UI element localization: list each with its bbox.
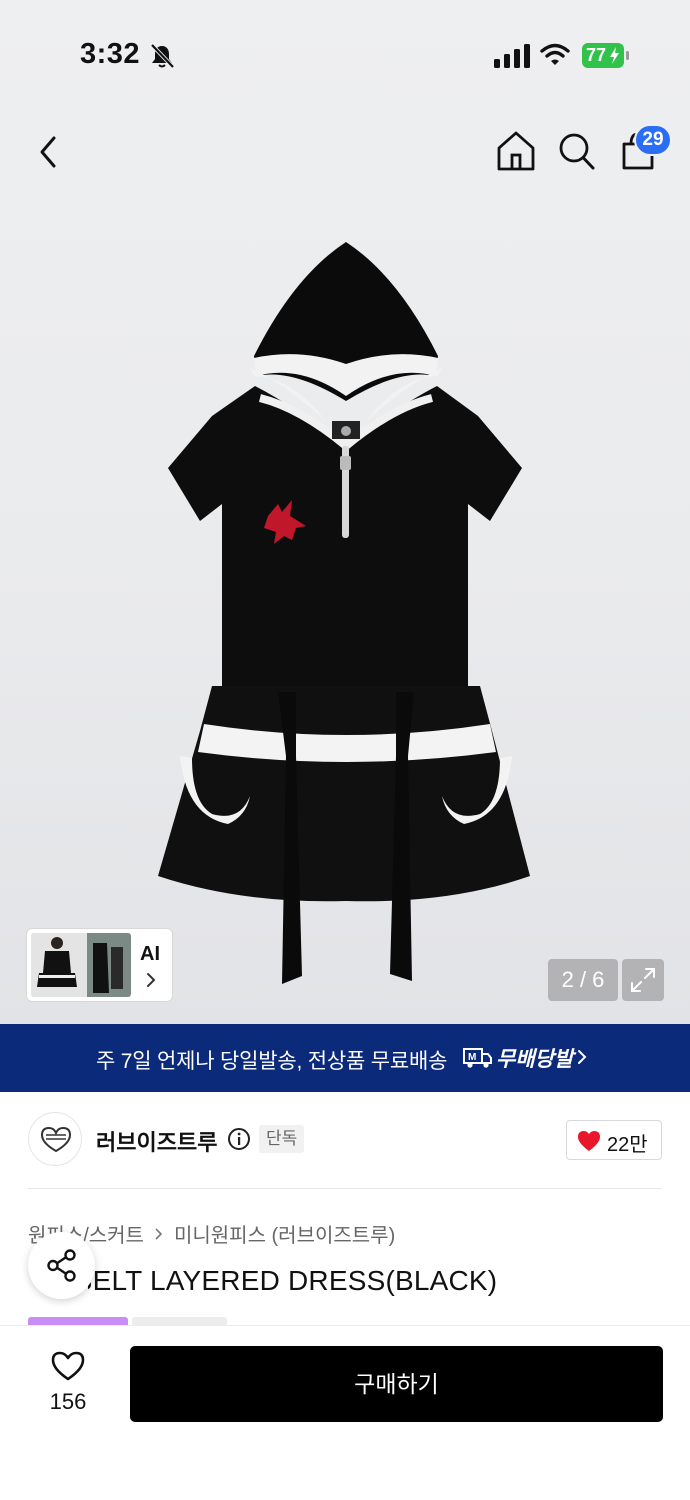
ai-thumbnail-image — [31, 933, 131, 997]
wifi-icon — [540, 43, 570, 65]
free-shipping-badge: M 무배당발 — [462, 1043, 573, 1073]
status-time: 3:32 — [80, 38, 141, 70]
heart-filled-icon — [578, 1131, 600, 1151]
share-button[interactable] — [28, 1232, 95, 1299]
cart-count-badge: 29 — [634, 124, 672, 156]
brand-logo[interactable] — [28, 1112, 82, 1166]
brand-like-count: 22만 — [607, 1134, 648, 1156]
divider — [28, 1188, 662, 1189]
ai-label: AI — [140, 943, 160, 965]
info-icon[interactable] — [227, 1127, 251, 1151]
chevron-right-icon — [155, 1227, 163, 1240]
exclusive-badge: 단독 — [259, 1125, 305, 1153]
delivery-truck-icon: M — [463, 1048, 492, 1068]
chevron-right-icon — [147, 973, 156, 987]
home-icon[interactable] — [494, 128, 538, 174]
model-photo-icon — [31, 933, 131, 997]
breadcrumb-subcategory[interactable]: 미니원피스 (러브이즈트루) — [174, 1219, 395, 1248]
buy-button[interactable]: 구매하기 — [130, 1346, 663, 1422]
battery-level: 77 — [586, 45, 607, 65]
cellular-signal-icon — [494, 44, 530, 68]
expand-button[interactable] — [622, 959, 664, 1001]
battery-indicator: 77 — [582, 43, 630, 68]
brand-name[interactable]: 러브이즈트루 — [96, 1125, 217, 1157]
product-gallery[interactable]: 3:32 77 29 AI 2 / 6 — [0, 0, 690, 1024]
image-counter: 2 / 6 — [548, 959, 618, 1001]
expand-icon — [631, 968, 655, 992]
back-arrow-icon[interactable] — [28, 128, 72, 176]
heart-logo-icon — [40, 1126, 72, 1153]
ai-model-thumbnail[interactable]: AI — [27, 929, 172, 1001]
status-bar: 3:32 77 — [0, 0, 690, 110]
svg-text:M: M — [468, 1052, 476, 1063]
bottom-action-bar: 156 구매하기 — [0, 1325, 690, 1500]
search-icon[interactable] — [555, 128, 599, 174]
share-icon — [47, 1249, 76, 1282]
banner-badge-text: 무배당발 — [496, 1048, 574, 1071]
heart-outline-icon[interactable] — [50, 1350, 86, 1382]
product-title: SB BELT LAYERED DRESS(BLACK) — [28, 1265, 498, 1296]
brand-like-button[interactable]: 22만 — [566, 1120, 662, 1160]
chevron-right-icon — [578, 1050, 587, 1064]
wish-count: 156 — [49, 1389, 87, 1414]
product-photo-dress — [158, 242, 530, 984]
shipping-banner[interactable]: 주 7일 언제나 당일발송, 전상품 무료배송 M 무배당발 — [0, 1024, 690, 1092]
banner-text: 주 7일 언제나 당일발송, 전상품 무료배송 — [96, 1050, 448, 1073]
product-detail-screen: 3:32 77 29 AI 2 / 6 주 7일 언제나 당일발송, 전상품 무… — [0, 0, 690, 1500]
silent-bell-icon — [150, 43, 175, 69]
